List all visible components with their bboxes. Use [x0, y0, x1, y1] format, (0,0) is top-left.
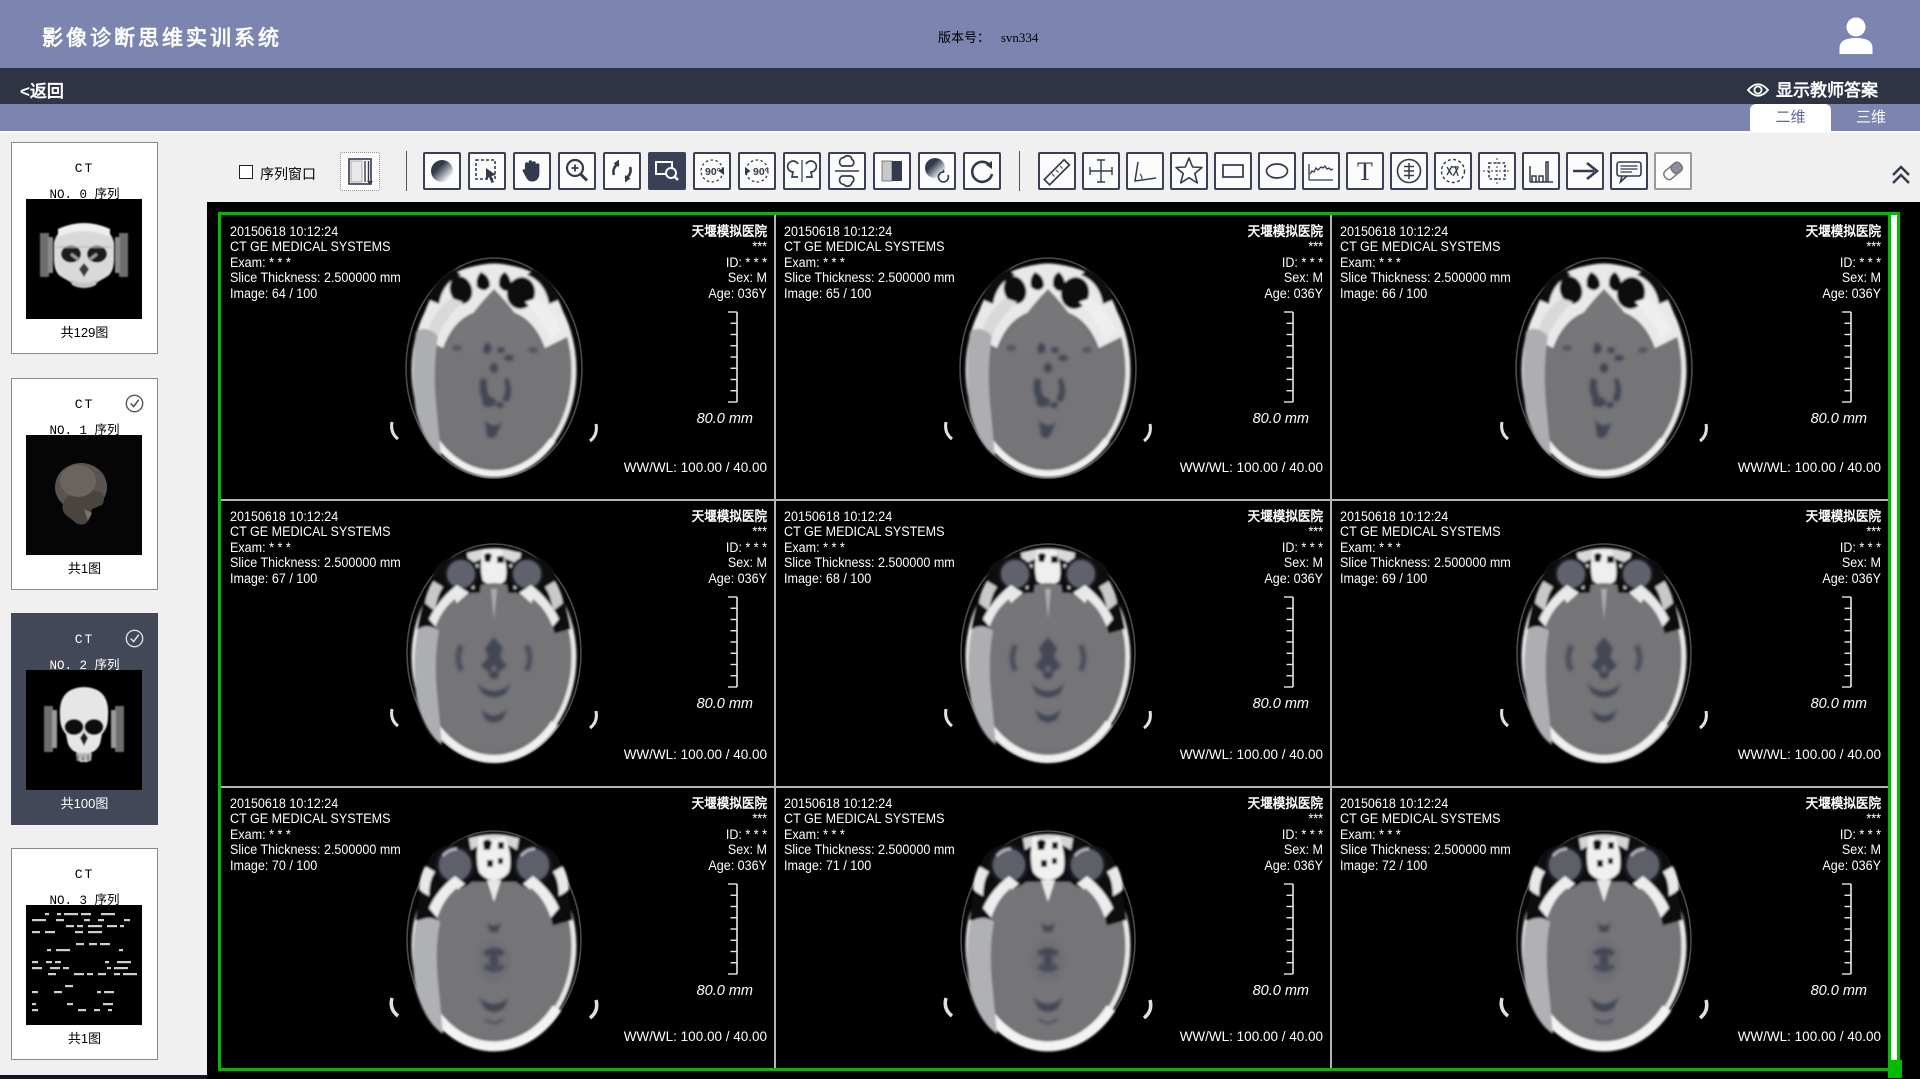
svg-text:90°: 90°: [753, 166, 769, 178]
svg-text:90°: 90°: [705, 166, 721, 178]
svg-text:T: T: [1357, 157, 1373, 186]
